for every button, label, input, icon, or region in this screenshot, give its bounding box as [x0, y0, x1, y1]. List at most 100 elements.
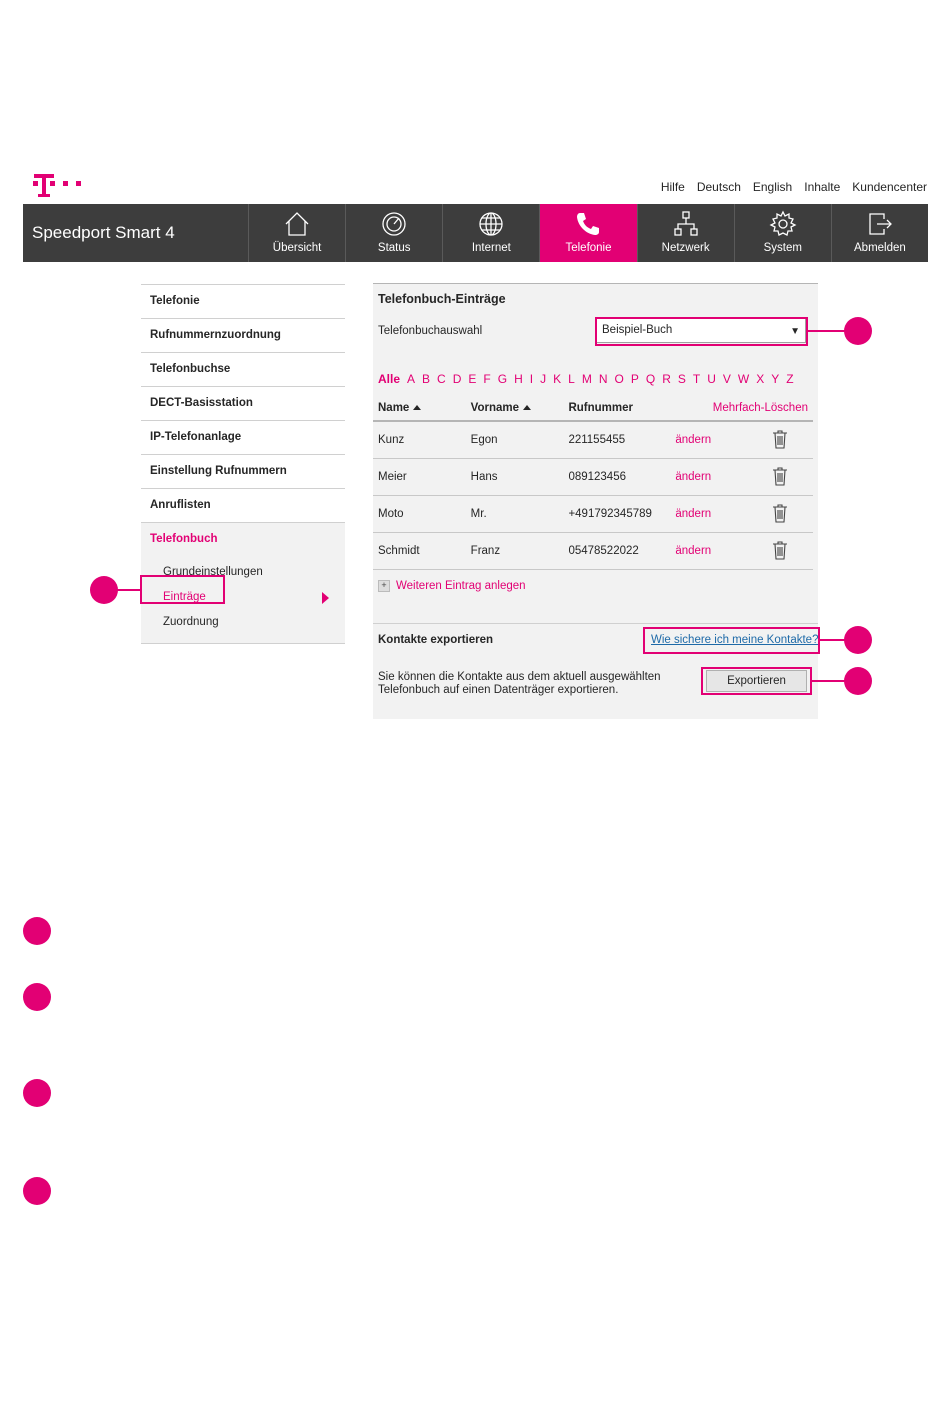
- delete-button[interactable]: [767, 495, 813, 533]
- nav-status[interactable]: Status: [346, 204, 444, 262]
- nav-internet[interactable]: Internet: [443, 204, 541, 262]
- nav-system[interactable]: System: [735, 204, 832, 262]
- edit-link[interactable]: ändern: [670, 532, 768, 570]
- cell-vorname: Hans: [465, 458, 564, 496]
- filter-letter[interactable]: X: [756, 372, 764, 386]
- gear-icon: [769, 210, 797, 236]
- filter-letter[interactable]: W: [738, 372, 749, 386]
- cell-name: Moto: [373, 495, 466, 533]
- trash-icon: [772, 540, 788, 563]
- top-links: Hilfe Deutsch English Inhalte Kundencent…: [661, 180, 927, 194]
- help-link[interactable]: Hilfe: [661, 180, 685, 194]
- table-row: Moto Mr. +491792345789 ändern: [373, 495, 813, 533]
- cell-vorname: Franz: [465, 532, 564, 570]
- nav-overview[interactable]: Übersicht: [249, 204, 347, 262]
- filter-letter[interactable]: L: [568, 372, 575, 386]
- legend-marker: [23, 1177, 51, 1205]
- filter-letter[interactable]: H: [514, 372, 523, 386]
- deutsch-link[interactable]: Deutsch: [697, 180, 741, 194]
- callout-line: [820, 639, 846, 641]
- nav-logout[interactable]: Abmelden: [832, 204, 928, 262]
- delete-button[interactable]: [767, 421, 813, 459]
- sidebar-item-ip-telefonanlage[interactable]: IP-Telefonanlage: [141, 420, 345, 454]
- sidebar-item-telefonbuchse[interactable]: Telefonbuchse: [141, 352, 345, 386]
- cell-vorname: Egon: [465, 421, 564, 459]
- sidebar-item-telefonbuch[interactable]: Telefonbuch: [141, 522, 345, 556]
- add-entry-link[interactable]: + Weiteren Eintrag anlegen: [378, 580, 526, 592]
- table-header-row: Name Vorname Rufnummer Mehrfach-Löschen: [373, 396, 813, 422]
- filter-letter[interactable]: I: [530, 372, 533, 386]
- cell-name: Meier: [373, 458, 466, 496]
- filter-letter[interactable]: D: [453, 372, 462, 386]
- column-rufnummer: Rufnummer: [563, 396, 671, 422]
- legend-marker: [23, 917, 51, 945]
- sidebar-item-einstellung-rufnummern[interactable]: Einstellung Rufnummern: [141, 454, 345, 488]
- filter-letter[interactable]: M: [582, 372, 592, 386]
- arrow-right-icon: [322, 592, 329, 604]
- cell-rufnummer: 221155455: [563, 421, 671, 459]
- callout-line: [808, 330, 846, 332]
- callout-marker: [844, 626, 872, 654]
- sort-up-icon: [523, 405, 532, 411]
- delete-button[interactable]: [767, 532, 813, 570]
- filter-letter[interactable]: C: [437, 372, 446, 386]
- filter-letter[interactable]: F: [483, 372, 490, 386]
- column-vorname[interactable]: Vorname: [465, 396, 564, 422]
- edit-link[interactable]: ändern: [670, 495, 768, 533]
- entries-table: Name Vorname Rufnummer Mehrfach-Löschen …: [373, 396, 813, 570]
- nav-telephony[interactable]: Telefonie: [540, 204, 638, 262]
- phone-icon: [577, 213, 600, 235]
- filter-all[interactable]: Alle: [378, 372, 400, 386]
- logout-icon: [869, 213, 892, 235]
- filter-letter[interactable]: K: [553, 372, 561, 386]
- filter-letter[interactable]: T: [693, 372, 700, 386]
- sidebar-item-dect[interactable]: DECT-Basisstation: [141, 386, 345, 420]
- filter-letter[interactable]: N: [599, 372, 608, 386]
- callout-marker: [844, 317, 872, 345]
- filter-letter[interactable]: B: [422, 372, 430, 386]
- delete-button[interactable]: [767, 458, 813, 496]
- callout-frame-help-link: [643, 627, 820, 654]
- filter-letter[interactable]: A: [407, 372, 415, 386]
- filter-letter[interactable]: P: [631, 372, 639, 386]
- english-link[interactable]: English: [753, 180, 792, 194]
- filter-letter[interactable]: J: [540, 372, 546, 386]
- sidebar-item-anruflisten[interactable]: Anruflisten: [141, 488, 345, 522]
- column-name[interactable]: Name: [373, 396, 466, 422]
- filter-letter[interactable]: G: [498, 372, 507, 386]
- filter-letter[interactable]: Y: [771, 372, 779, 386]
- customer-center-link[interactable]: Kundencenter: [852, 180, 927, 194]
- sidebar-item-telefonie[interactable]: Telefonie: [141, 284, 345, 318]
- filter-letter[interactable]: E: [468, 372, 476, 386]
- legend-marker: [23, 1079, 51, 1107]
- filter-letter[interactable]: Z: [786, 372, 793, 386]
- table-row: Schmidt Franz 05478522022 ändern: [373, 532, 813, 570]
- callout-line: [116, 589, 140, 591]
- telekom-logo: [33, 174, 81, 197]
- filter-letter[interactable]: V: [723, 372, 731, 386]
- cell-name: Kunz: [373, 421, 466, 459]
- filter-letter[interactable]: U: [707, 372, 716, 386]
- sidebar-item-rufnummernzuordnung[interactable]: Rufnummernzuordnung: [141, 318, 345, 352]
- add-entry-label: Weiteren Eintrag anlegen: [396, 580, 526, 592]
- filter-letter[interactable]: Q: [646, 372, 655, 386]
- export-title: Kontakte exportieren: [378, 634, 494, 646]
- table-row: Meier Hans 089123456 ändern: [373, 458, 813, 496]
- contents-link[interactable]: Inhalte: [804, 180, 840, 194]
- multi-delete-link[interactable]: Mehrfach-Löschen: [670, 396, 813, 422]
- callout-marker: [90, 576, 118, 604]
- callout-line: [812, 680, 846, 682]
- alphabet-filter: Alle A B C D E F G H I J K L M N O P Q R S T U V W X Y Z: [378, 372, 794, 386]
- phonebook-select-label: Telefonbuchauswahl: [378, 325, 483, 337]
- filter-letter[interactable]: O: [614, 372, 623, 386]
- nav-network[interactable]: Netzwerk: [638, 204, 735, 262]
- filter-letter[interactable]: S: [678, 372, 686, 386]
- callout-frame-eintraege: [140, 575, 225, 604]
- edit-link[interactable]: ändern: [670, 458, 768, 496]
- network-icon: [673, 211, 698, 236]
- edit-link[interactable]: ändern: [670, 421, 768, 459]
- sidebar-subitem-zuordnung[interactable]: Zuordnung: [141, 610, 345, 635]
- filter-letter[interactable]: R: [662, 372, 671, 386]
- cell-rufnummer: +491792345789: [563, 495, 671, 533]
- cell-name: Schmidt: [373, 532, 466, 570]
